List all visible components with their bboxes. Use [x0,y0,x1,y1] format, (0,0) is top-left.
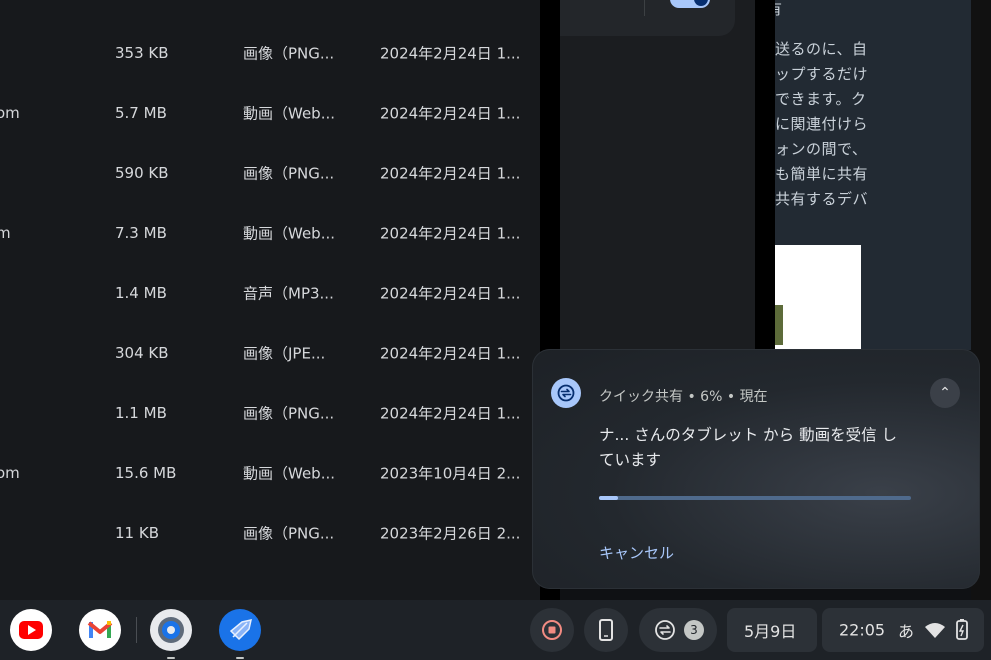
file-date: 2024年2月24日 1... [380,344,521,363]
file-date: 2024年2月24日 1... [380,224,521,243]
running-indicator [167,657,175,659]
notification-message: ナ... さんのタブレット から 動画を受信 しています [599,426,897,469]
help-line: に関連付けら [775,115,869,133]
help-line: 送るのに、自 [775,40,868,58]
running-indicator [236,657,244,659]
file-date: 2024年2月24日 1... [380,164,521,183]
launcher-app[interactable] [219,609,261,659]
file-type: 画像（PNG... [243,524,335,543]
separator-dot: • [726,389,740,405]
file-row[interactable]: 11 KB 画像（PNG... 2023年2月26日 2... [0,503,540,563]
youtube-icon [19,621,43,639]
gear-icon [158,617,184,643]
file-type: 画像（PNG... [243,164,335,183]
help-line: も簡単に共有 [775,165,869,183]
file-size: 590 KB [115,164,169,182]
screen-record-stop-button[interactable] [530,608,574,652]
help-image [775,245,861,350]
file-type: 画像（PNG... [243,404,335,423]
file-date: 2023年10月4日 2... [380,464,521,483]
separator-dot: • [687,389,701,405]
help-line: ォンの間で、 [775,140,868,158]
files-window: 353 KB 画像（PNG... 2024年2月24日 1... om 5.7 MB 動画… [0,0,540,600]
clock: 22:05 [839,620,886,640]
file-name: om [0,464,20,482]
status-tray[interactable]: 22:05 あ [822,608,984,652]
file-size: 7.3 MB [115,224,167,242]
header-type[interactable] [243,0,248,10]
file-type: 画像（PNG... [243,44,335,63]
rocket-icon [229,619,252,641]
file-date: 2024年2月24日 1... [380,284,521,303]
notification-app-name: クイック共有 [599,389,683,405]
files-header [0,0,540,14]
help-line: ップするだけ [775,65,869,83]
record-stop-icon [542,620,562,640]
file-name: om [0,104,20,122]
progress-fill [599,496,618,500]
file-date: 2024年2月24日 1... [380,104,521,123]
file-type: 音声（MP3... [243,284,334,303]
cancel-button[interactable]: キャンセル [599,542,674,563]
quick-share-tray-icon [655,620,675,640]
quick-share-notification[interactable]: クイック共有 • 6% • 現在 ⌃ ナ... さんのタブレット から 動画を受… [532,349,980,589]
file-row[interactable]: 590 KB 画像（PNG... 2024年2月24日 1... [0,143,540,203]
file-date: 2024年2月24日 1... [380,404,521,423]
gmail-app[interactable] [79,609,121,651]
youtube-app[interactable] [10,609,52,651]
file-size: 11 KB [115,524,159,542]
file-type: 動画（Web... [243,104,336,123]
help-heading: 有 [775,0,783,19]
divider [644,0,645,16]
help-line: できます。ク [775,90,867,108]
file-row[interactable]: 1.1 MB 画像（PNG... 2024年2月24日 1... [0,383,540,443]
notification-header: クイック共有 • 6% • 現在 [599,386,768,406]
help-window: 有 送るのに、自 ップするだけ できます。ク に関連付けら ォンの間で、 も簡単… [775,0,971,350]
notification-percent: 6% [700,389,723,405]
file-row[interactable]: om 5.7 MB 動画（Web... 2024年2月24日 1... [0,83,540,143]
settings-app[interactable] [150,609,192,659]
shelf: 3 5月9日 22:05 あ [0,600,991,660]
file-row[interactable]: 1.4 MB 音声（MP3... 2024年2月24日 1... [0,263,540,323]
settings-toggle[interactable] [670,0,710,8]
file-row[interactable]: 304 KB 画像（JPE... 2024年2月24日 1... [0,323,540,383]
file-row[interactable]: om 15.6 MB 動画（Web... 2023年10月4日 2... [0,443,540,503]
file-size: 15.6 MB [115,464,177,482]
quick-share-icon [551,378,581,408]
file-size: 304 KB [115,344,169,362]
progress-bar [599,496,911,500]
quick-share-tray-button[interactable]: 3 [639,608,717,652]
phone-hub-button[interactable] [584,608,628,652]
file-size: 1.1 MB [115,404,167,422]
file-size: 353 KB [115,44,169,62]
shelf-separator [136,617,137,643]
gmail-icon [87,621,113,638]
transfer-count-badge: 3 [684,620,704,640]
notification-time: 現在 [739,389,768,405]
ime-indicator: あ [898,622,915,641]
date-label: 5月9日 [744,622,797,641]
window-gap-2 [755,0,775,350]
wifi-icon [925,623,945,638]
file-date: 2023年2月26日 2... [380,524,521,543]
collapse-button[interactable]: ⌃ [930,378,960,408]
file-row[interactable]: m 7.3 MB 動画（Web... 2024年2月24日 1... [0,203,540,263]
file-size: 5.7 MB [115,104,167,122]
phone-icon [599,619,613,641]
settings-window [560,0,755,350]
file-date: 2024年2月24日 1... [380,44,521,63]
help-line: 共有するデバ [775,190,869,208]
help-image-detail [775,305,783,345]
file-type: 動画（Web... [243,224,336,243]
file-name: m [0,224,11,242]
file-row[interactable]: 353 KB 画像（PNG... 2024年2月24日 1... [0,23,540,83]
date-tray[interactable]: 5月9日 [727,608,817,652]
battery-charging-icon [956,619,968,640]
file-type: 画像（JPE... [243,344,326,363]
chevron-up-icon: ⌃ [939,385,951,401]
file-size: 1.4 MB [115,284,167,302]
file-type: 動画（Web... [243,464,336,483]
settings-card [560,0,735,36]
